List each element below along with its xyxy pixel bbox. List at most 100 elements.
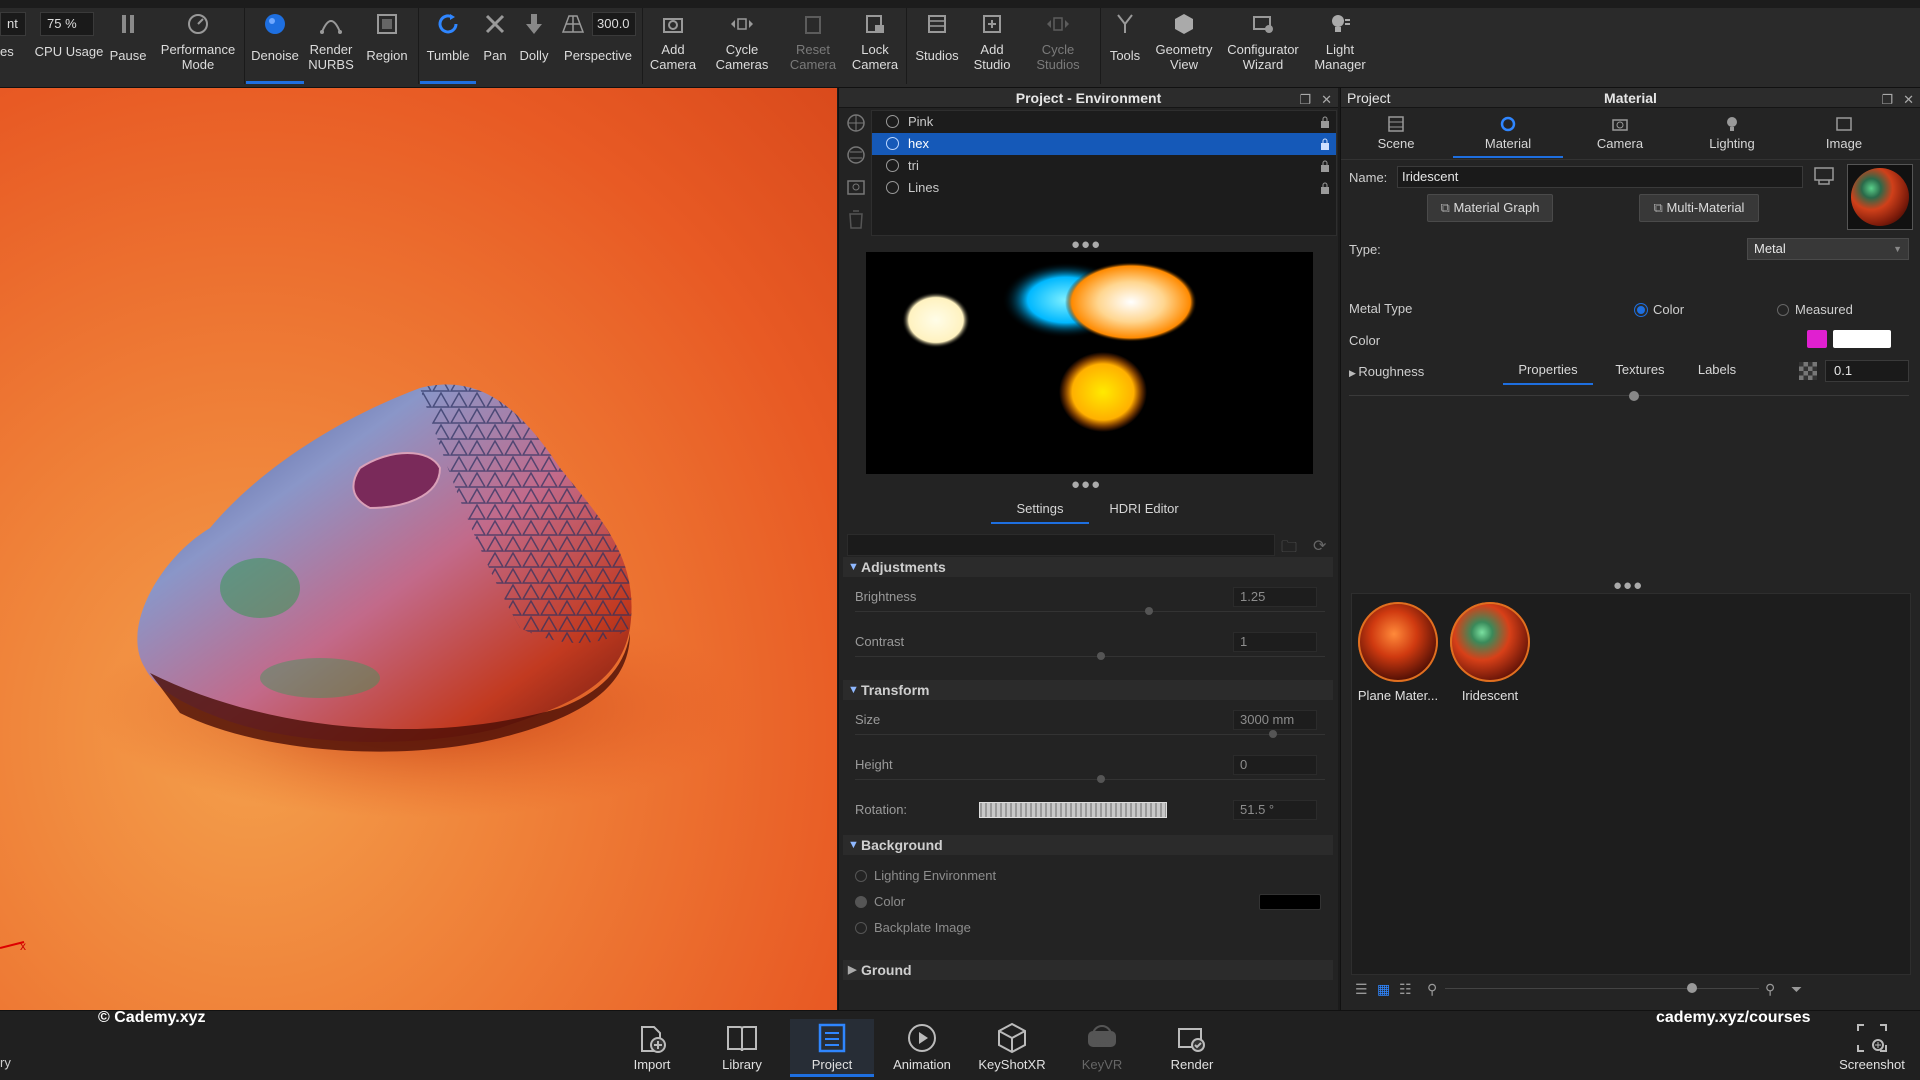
radio-lighting-environment[interactable]: Lighting Environment (855, 868, 996, 883)
height-input[interactable]: 0 (1233, 755, 1317, 775)
add-studio-button[interactable]: Add Studio (968, 10, 1016, 84)
lock-icon[interactable] (1320, 160, 1330, 172)
close-panel-icon[interactable]: ✕ (1903, 90, 1914, 110)
lock-icon[interactable] (1320, 182, 1330, 194)
list-item-environment[interactable]: Pink (872, 111, 1336, 133)
list-view-icon[interactable]: ☰ (1355, 981, 1368, 998)
radio-metal-measured[interactable]: Measured (1777, 302, 1853, 317)
multi-material-button[interactable]: ⧉ Multi-Material (1639, 194, 1759, 222)
color-swatch-white[interactable] (1833, 330, 1891, 348)
material-preview-thumbnail[interactable] (1847, 164, 1913, 230)
dolly-button[interactable]: Dolly (514, 10, 554, 84)
size-slider[interactable] (855, 734, 1325, 735)
tab-hdri-editor[interactable]: HDRI Editor (1101, 501, 1187, 522)
thumbnail-size-knob[interactable] (1687, 983, 1697, 993)
tree-view-icon[interactable]: ☷ (1399, 981, 1412, 998)
rotation-dial[interactable] (979, 802, 1167, 818)
section-ground[interactable]: ▶ Ground (843, 960, 1333, 980)
section-transform[interactable]: ▼ Transform (843, 680, 1333, 700)
splitter-handle[interactable]: ●●● (1071, 476, 1101, 493)
material-name-field[interactable]: Iridescent (1397, 166, 1803, 188)
grid-view-icon[interactable]: ▦ (1377, 981, 1390, 998)
radio-color[interactable]: Color (855, 894, 905, 909)
filter-icon[interactable]: ⏷ (1791, 981, 1802, 998)
tools-button[interactable]: Tools (1102, 10, 1148, 84)
cycle-cameras-button[interactable]: Cycle Cameras (704, 10, 780, 84)
material-graph-button[interactable]: ⧉ Material Graph (1427, 194, 1553, 222)
size-input[interactable]: 3000 mm (1233, 710, 1317, 730)
roughness-row[interactable]: ▶ Roughness (1349, 364, 1424, 379)
denoise-button[interactable]: Denoise (246, 10, 304, 84)
tab-image[interactable]: Image (1789, 112, 1899, 158)
zoom-in-icon[interactable]: ⚲ (1765, 981, 1775, 998)
size-slider-knob[interactable] (1269, 730, 1277, 738)
cpu-usage-dropdown[interactable]: 75 % (40, 12, 94, 36)
duplicate-environment-icon[interactable] (845, 144, 867, 166)
splitter-handle[interactable]: ●●● (1613, 577, 1643, 594)
list-item-environment[interactable]: tri (872, 155, 1336, 177)
height-slider[interactable] (855, 779, 1325, 780)
add-environment-icon[interactable] (845, 112, 867, 134)
contrast-slider[interactable] (855, 656, 1325, 657)
animation-button[interactable]: Animation (880, 1019, 964, 1077)
brightness-input[interactable]: 1.25 (1233, 587, 1317, 607)
capture-environment-icon[interactable] (845, 176, 867, 198)
color-swatch-magenta[interactable] (1807, 330, 1827, 348)
float-panel-icon[interactable]: ❐ (1881, 90, 1893, 110)
radio-backplate-image[interactable]: Backplate Image (855, 920, 971, 935)
tab-lighting[interactable]: Lighting (1677, 112, 1787, 158)
list-item-environment[interactable]: Lines (872, 177, 1336, 199)
lock-icon[interactable] (1320, 116, 1330, 128)
material-thumbnail[interactable] (1358, 602, 1438, 682)
subtab-properties[interactable]: Properties (1503, 362, 1593, 385)
cycle-studios-button[interactable]: Cycle Studios (1022, 10, 1094, 84)
background-color-swatch[interactable] (1259, 894, 1321, 910)
environment-path-field[interactable] (847, 534, 1275, 556)
contrast-input[interactable]: 1 (1233, 632, 1317, 652)
tab-scene[interactable]: Scene (1341, 112, 1451, 158)
delete-environment-icon[interactable] (845, 208, 867, 230)
section-adjustments[interactable]: ▼ Adjustments (843, 557, 1333, 577)
project-button[interactable]: Project (790, 1019, 874, 1077)
performance-mode-button[interactable]: Performance Mode (154, 10, 242, 84)
subtab-textures[interactable]: Textures (1605, 362, 1675, 383)
reset-camera-button[interactable]: Reset Camera (782, 10, 844, 84)
close-panel-icon[interactable]: ✕ (1321, 90, 1332, 110)
render-button[interactable]: Render (1150, 1019, 1234, 1077)
thumbnail-size-slider[interactable] (1445, 988, 1759, 989)
list-item-environment-selected[interactable]: hex (872, 133, 1336, 155)
roughness-slider[interactable] (1349, 390, 1909, 402)
geometry-view-button[interactable]: Geometry View (1150, 10, 1218, 84)
brightness-slider[interactable] (855, 611, 1325, 612)
render-viewport[interactable]: x (0, 88, 837, 1010)
library-button[interactable]: Library (700, 1019, 784, 1077)
tumble-button[interactable]: Tumble (420, 10, 476, 84)
texture-map-icon[interactable] (1799, 362, 1817, 380)
render-nurbs-button[interactable]: Render NURBS (306, 10, 356, 84)
radio-metal-color[interactable]: Color (1635, 302, 1684, 317)
tab-camera[interactable]: Camera (1565, 112, 1675, 158)
import-button[interactable]: Import (610, 1019, 694, 1077)
rotation-input[interactable]: 51.5 ° (1233, 800, 1317, 820)
keyshotxr-button[interactable]: KeyShotXR (970, 1019, 1054, 1077)
material-type-dropdown[interactable]: Metal ▼ (1747, 238, 1909, 260)
studios-button[interactable]: Studios (908, 10, 966, 84)
region-button[interactable]: Region (360, 10, 414, 84)
lock-camera-button[interactable]: Lock Camera (846, 10, 904, 84)
keyvr-button[interactable]: KeyVR (1060, 1019, 1144, 1077)
brightness-slider-knob[interactable] (1145, 607, 1153, 615)
configurator-wizard-button[interactable]: Configurator Wizard (1220, 10, 1306, 84)
zoom-out-icon[interactable]: ⚲ (1427, 981, 1437, 998)
tab-settings[interactable]: Settings (991, 501, 1089, 524)
roughness-slider-knob[interactable] (1628, 391, 1639, 401)
tab-material[interactable]: Material (1453, 112, 1563, 158)
focal-length-input[interactable]: 300.0 (592, 12, 636, 36)
section-background[interactable]: ▼ Background (843, 835, 1333, 855)
refresh-icon[interactable]: ⟳ (1313, 536, 1326, 556)
float-panel-icon[interactable]: ❐ (1299, 90, 1311, 110)
light-manager-button[interactable]: Light Manager (1308, 10, 1372, 84)
height-slider-knob[interactable] (1097, 775, 1105, 783)
contrast-slider-knob[interactable] (1097, 652, 1105, 660)
hdri-preview[interactable] (866, 252, 1313, 474)
pause-button[interactable]: Pause (106, 10, 150, 84)
